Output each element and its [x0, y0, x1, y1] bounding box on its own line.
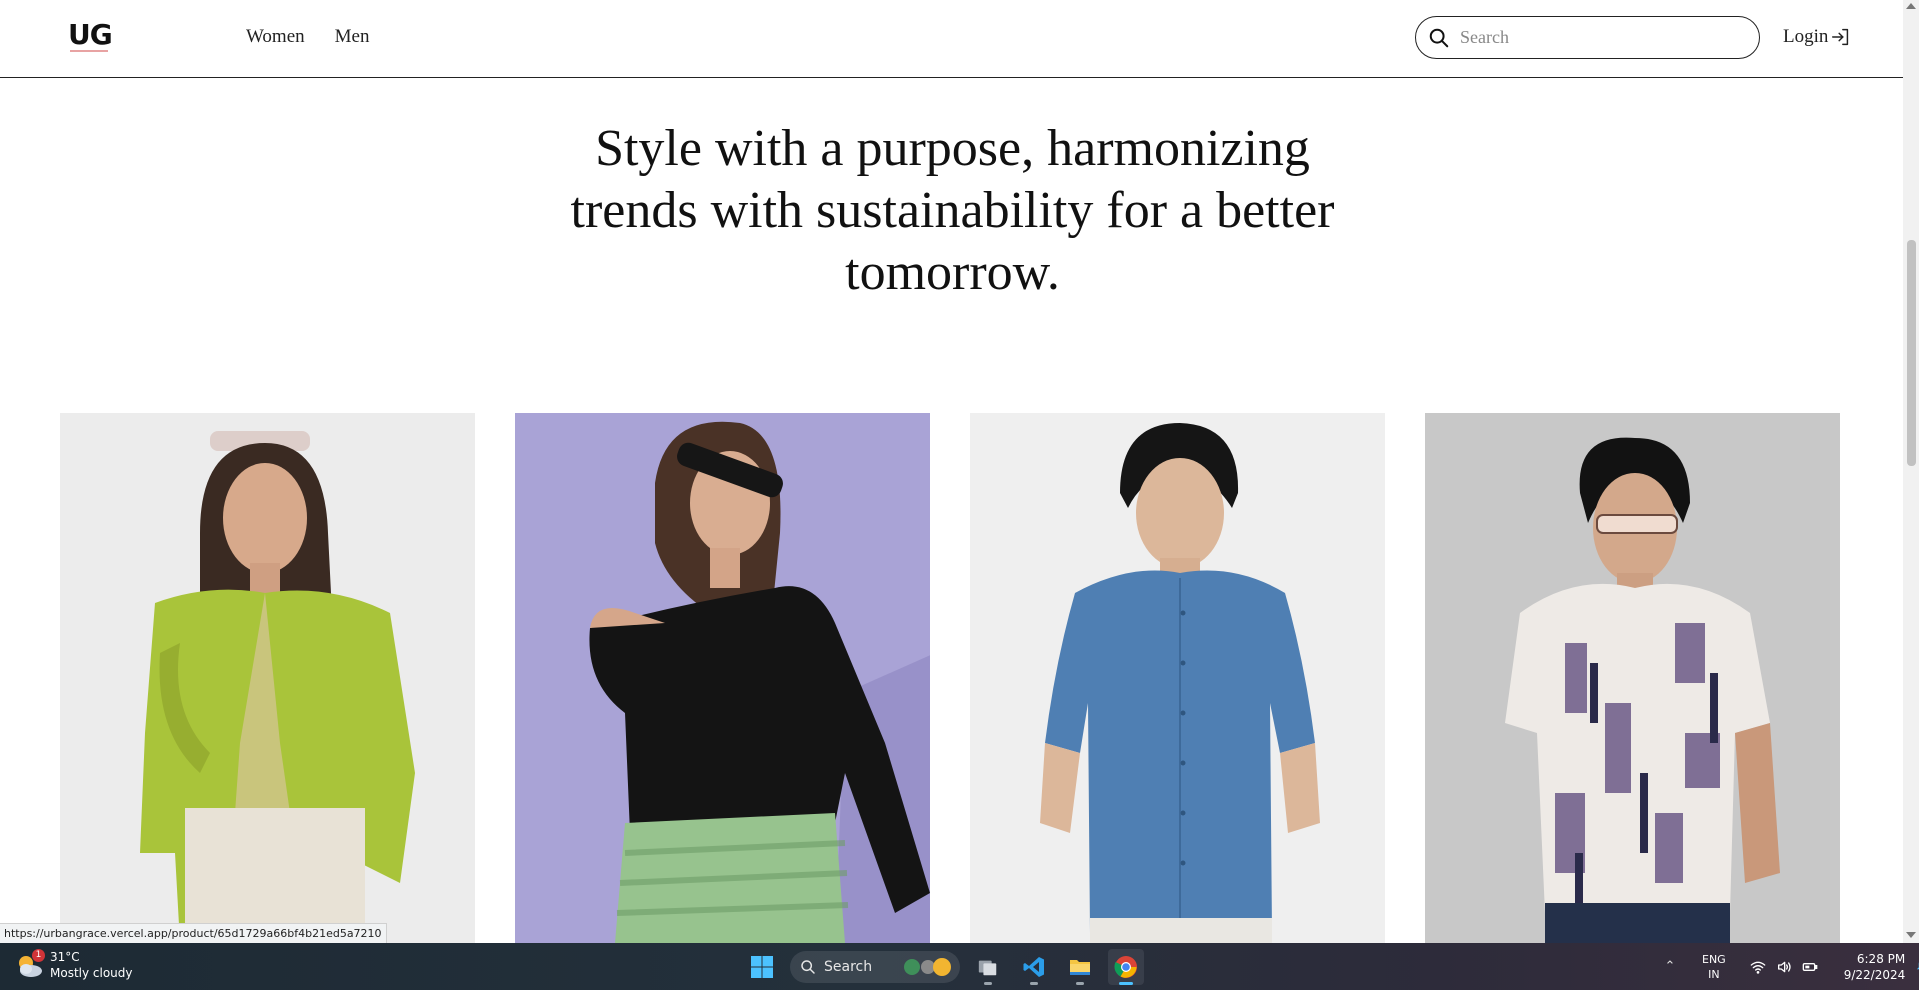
nav-link-women[interactable]: Women [246, 26, 305, 48]
windows-start-icon[interactable] [744, 949, 780, 985]
taskbar-apps: Search [744, 949, 1144, 985]
file-explorer-icon[interactable] [1062, 949, 1098, 985]
battery-icon [1802, 962, 1818, 971]
product-card-4[interactable] [1425, 413, 1840, 943]
hero-line-3: tomorrow. [845, 244, 1060, 301]
weather-badge: 1 [32, 949, 45, 962]
scroll-down-arrow-icon[interactable] [1906, 932, 1916, 938]
product-image [1425, 413, 1840, 943]
link-status-url: https://urbangrace.vercel.app/product/65… [0, 923, 387, 943]
search-input[interactable] [1460, 27, 1750, 48]
task-view-icon[interactable] [970, 949, 1006, 985]
product-card-3[interactable] [970, 413, 1385, 943]
volume-icon [1777, 961, 1791, 972]
weather-condition: Mostly cloudy [50, 966, 133, 980]
clock-time: 6:28 PM [1856, 951, 1906, 966]
logo-underline [70, 50, 108, 52]
search-box[interactable] [1415, 16, 1760, 59]
hero-line-2: trends with sustainability for a better [570, 182, 1335, 239]
system-clock[interactable]: 6:28 PM 9/22/2024 [1844, 951, 1906, 983]
language-indicator[interactable]: ENG IN [1702, 952, 1726, 982]
product-image [60, 413, 475, 943]
search-icon [1429, 28, 1449, 47]
taskbar-search[interactable]: Search [790, 951, 960, 983]
product-image [515, 413, 930, 943]
vscode-icon[interactable] [1016, 949, 1052, 985]
partly-cloudy-icon: 1 [14, 949, 45, 980]
product-card-1[interactable] [60, 413, 475, 943]
login-button[interactable]: Login [1783, 26, 1852, 48]
product-grid [60, 413, 1840, 943]
weather-temp: 31°C [50, 950, 80, 964]
login-label: Login [1783, 26, 1829, 47]
chevron-up-icon[interactable]: ⌃ [1660, 959, 1680, 974]
login-icon [1832, 28, 1849, 46]
wifi-icon [1750, 961, 1766, 974]
quick-settings[interactable] [1750, 959, 1818, 975]
product-image [970, 413, 1385, 943]
scrollbar-track[interactable] [1903, 0, 1919, 943]
scroll-up-arrow-icon[interactable] [1906, 3, 1916, 9]
clock-date: 9/22/2024 [1843, 967, 1906, 982]
main-nav: Women Men [246, 26, 369, 48]
hero-tagline: Style with a purpose, harmonizing trends… [500, 118, 1405, 304]
site-header: UG Women Men Login [0, 0, 1903, 78]
language-line-2: IN [1708, 967, 1720, 981]
taskbar-search-label: Search [824, 959, 873, 975]
notification-bell-icon[interactable] [1915, 958, 1919, 976]
logo[interactable]: UG [68, 18, 113, 52]
hero-line-1: Style with a purpose, harmonizing [595, 120, 1310, 177]
system-tray: ⌃ ENG IN 6:28 PM 9/22/2024 [1660, 943, 1919, 990]
chrome-icon[interactable] [1108, 949, 1144, 985]
language-line-1: ENG [1702, 952, 1726, 966]
nav-link-men[interactable]: Men [335, 26, 370, 48]
scrollbar-thumb[interactable] [1907, 240, 1916, 466]
windows-taskbar: 1 31°C Mostly cloudy Search ⌃ ENG IN 6:2… [0, 943, 1919, 990]
weather-widget[interactable]: 1 31°C Mostly cloudy [14, 949, 133, 981]
product-card-2[interactable] [515, 413, 930, 943]
search-icon [801, 960, 815, 974]
search-highlight-icon [904, 958, 951, 976]
